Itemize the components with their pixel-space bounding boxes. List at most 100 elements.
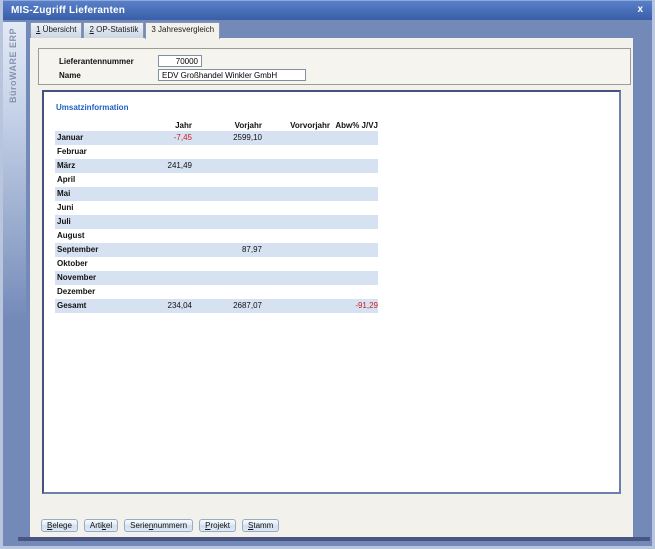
brand-strip: BüroWARE ERP [3,22,26,322]
window-body: BüroWARE ERP 1 Übersicht 2 OP-Statistik … [3,20,652,546]
label-text: Arti [90,521,102,530]
month-cell: August [55,229,127,243]
belege-button[interactable]: Belege [41,519,78,532]
table-row: Gesamt234,042687,07-91,29 [55,299,378,313]
window: MIS-Zugriff Lieferanten x BüroWARE ERP 1… [0,0,655,549]
month-cell: November [55,271,127,285]
label-text: rojekt [210,521,230,530]
column-header: Jahr [127,120,192,131]
value-cell [262,257,330,271]
month-cell: September [55,243,127,257]
value-cell [192,215,262,229]
tab-page: Lieferantennummer Name Umsatzinformation… [30,38,633,537]
section-title: Umsatzinformation [56,103,619,112]
column-header: Vorvorjahr [262,120,330,131]
value-cell [127,145,192,159]
tab-jahresvergleich[interactable]: 3 Jahresvergleich [145,22,220,39]
table-row: Januar-7,452599,10 [55,131,378,145]
label-text: Jahresvergleich [156,25,214,34]
table-row: August [55,229,378,243]
lieferantennummer-input[interactable] [158,55,202,67]
value-cell [330,145,378,159]
table-row: September 87,97 [55,243,378,257]
value-cell [330,243,378,257]
value-cell: -91,29 [330,299,378,313]
titlebar: MIS-Zugriff Lieferanten x [3,0,652,20]
value-cell [192,145,262,159]
month-cell: Oktober [55,257,127,271]
value-cell: 241,49 [127,159,192,173]
column-header: Abw% J/VJ [330,120,378,131]
button-bar: Belege Artikel Seriennummern Projekt Sta… [41,519,279,532]
value-cell [330,173,378,187]
value-cell [127,285,192,299]
label-text: nummern [153,521,187,530]
month-cell: Januar [55,131,127,145]
value-cell [127,229,192,243]
value-cell [192,285,262,299]
month-cell: Gesamt [55,299,127,313]
label-text: elege [52,521,72,530]
column-header: Vorjahr [192,120,262,131]
table-row: Dezember [55,285,378,299]
artikel-button[interactable]: Artikel [84,519,118,532]
value-cell [262,173,330,187]
table-row: Juli [55,215,378,229]
tab-uebersicht[interactable]: 1 Übersicht [30,22,82,38]
close-icon[interactable]: x [637,4,643,16]
table-row: März241,49 [55,159,378,173]
value-cell [330,257,378,271]
label-text: Serie [130,521,149,530]
form-row: Lieferantennummer [59,54,630,68]
value-cell: 234,04 [127,299,192,313]
value-cell [330,187,378,201]
label-text: OP-Statistik [94,25,138,34]
tab-bar: 1 Übersicht 2 OP-Statistik 3 Jahresvergl… [30,22,221,39]
month-cell: Juni [55,201,127,215]
value-cell [262,299,330,313]
value-cell: -7,45 [127,131,192,145]
value-cell [127,243,192,257]
brand-text: BüroWARE ERP [8,28,18,103]
form-row: Name [59,68,630,82]
value-cell [192,173,262,187]
name-input[interactable] [158,69,306,81]
month-cell: Mai [55,187,127,201]
value-cell [262,271,330,285]
value-cell [127,201,192,215]
table-header-row: JahrVorjahrVorvorjahrAbw% J/VJ [55,120,378,131]
value-cell [330,131,378,145]
value-cell [262,201,330,215]
value-cell [330,285,378,299]
table-row: Mai [55,187,378,201]
value-cell [262,187,330,201]
value-cell [192,229,262,243]
value-cell [127,187,192,201]
value-cell [262,243,330,257]
name-label: Name [59,71,158,80]
value-cell [192,201,262,215]
value-cell [262,131,330,145]
value-cell [192,187,262,201]
projekt-button[interactable]: Projekt [199,519,236,532]
seriennummern-button[interactable]: Seriennummern [124,519,193,532]
table-row: Juni [55,201,378,215]
value-cell: 87,97 [192,243,262,257]
value-cell [127,257,192,271]
label-text: Übersicht [40,25,76,34]
value-cell [330,159,378,173]
value-cell [127,173,192,187]
value-cell [330,229,378,243]
value-cell: 2599,10 [192,131,262,145]
table-row: April [55,173,378,187]
header-month [55,120,127,131]
value-cell [262,285,330,299]
table-row: Oktober [55,257,378,271]
sales-table: JahrVorjahrVorvorjahrAbw% J/VJJanuar-7,4… [55,120,378,313]
month-cell: April [55,173,127,187]
stamm-button[interactable]: Stamm [242,519,279,532]
sales-panel: Umsatzinformation JahrVorjahrVorvorjahrA… [42,90,621,494]
table-row: Februar [55,145,378,159]
value-cell [262,229,330,243]
tab-op-statistik[interactable]: 2 OP-Statistik [83,22,144,38]
